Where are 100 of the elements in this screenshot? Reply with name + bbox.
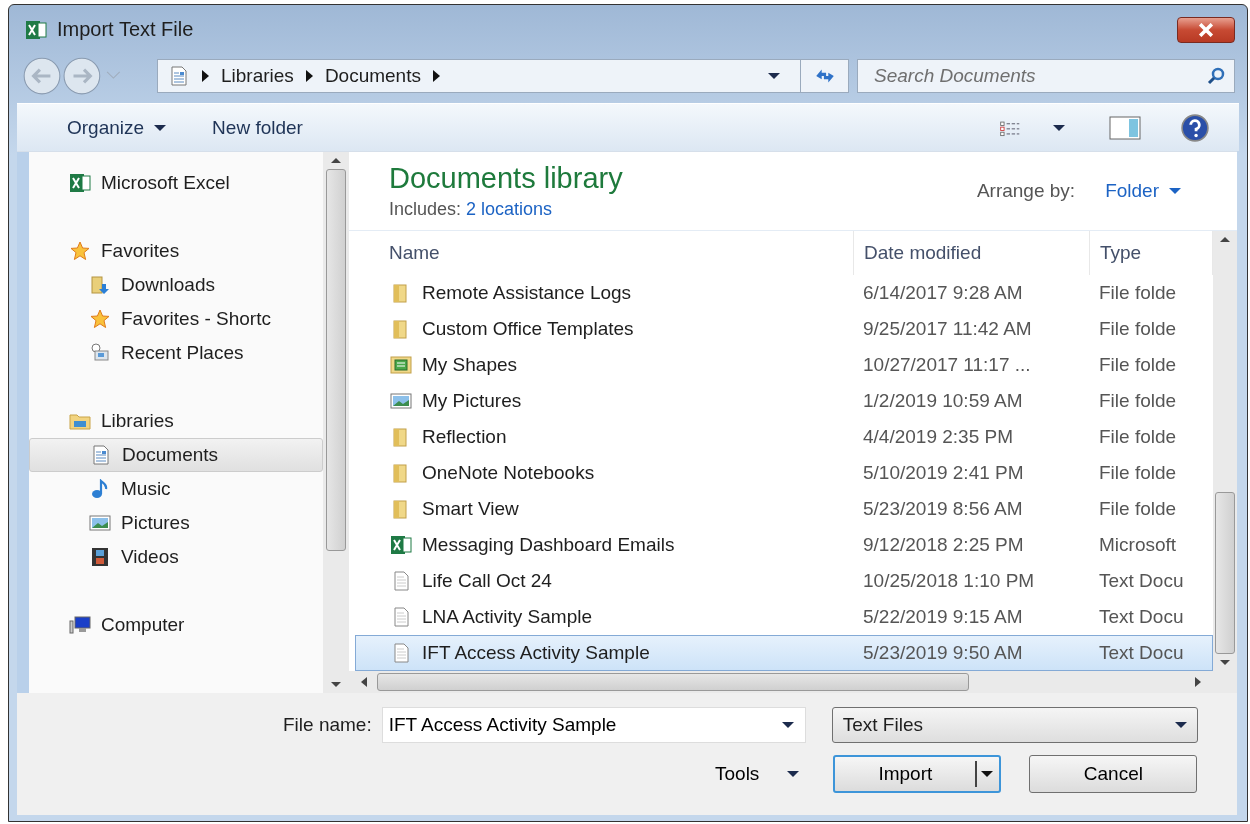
file-name: Remote Assistance Logs [422,282,632,305]
date-modified: 6/14/2017 9:28 AM [863,282,1023,305]
sidebar-item[interactable]: Libraries [29,404,323,439]
library-folder-icon [69,411,91,432]
file-name: IFT Access Activity Sample [422,642,650,665]
star-icon [69,241,91,262]
spreadsheet-icon [69,173,91,194]
window-title: Import Text File [57,18,194,41]
date-modified: 10/27/2017 11:17 ... [863,354,1031,377]
help-icon[interactable] [1181,113,1209,142]
date-modified: 9/25/2017 11:42 AM [863,318,1032,341]
date-modified: 5/22/2019 9:15 AM [863,606,1023,629]
date-modified: 5/10/2019 2:41 PM [863,462,1024,485]
new-folder-button[interactable]: New folder [200,112,315,143]
scrollbar[interactable] [323,152,349,694]
sidebar-item[interactable]: Videos [29,540,323,575]
breadcrumb-item[interactable]: Libraries [221,64,294,87]
address-bar[interactable]: Libraries Documents [157,58,849,93]
date-modified: 5/23/2019 8:56 AM [863,498,1023,521]
scrollbar[interactable] [1213,231,1237,672]
document-icon [90,445,112,466]
file-type: File folde [1099,426,1177,449]
file-row[interactable]: My Pictures 1/2/2019 10:59 AM File folde [355,383,1213,420]
cancel-button[interactable]: Cancel [1029,755,1198,794]
horizontal-scrollbar[interactable] [349,671,1237,694]
picture-icon [390,391,412,412]
includes-label: Includes: [389,199,462,220]
library-title: Documents library [389,162,623,196]
file-name: Smart View [422,498,519,521]
file-row[interactable]: Reflection 4/4/2019 2:35 PM File folde [355,419,1213,456]
close-button[interactable] [1177,16,1235,43]
picture-icon [89,513,111,534]
search-icon[interactable] [1205,65,1227,86]
spreadsheet-app-icon [25,19,47,40]
file-type: File folde [1099,498,1177,521]
file-row[interactable]: IFT Access Activity Sample 5/23/2019 9:50 AM Text Docu [355,635,1213,672]
file-name: Messaging Dashboard Emails [422,534,675,557]
file-row[interactable]: Life Call Oct 24 10/25/2018 1:10 PM Text Docu [355,563,1213,600]
sidebar-item[interactable]: Pictures [29,506,323,541]
arrange-by-dropdown[interactable]: Folder [1099,179,1187,204]
document-icon [168,65,190,86]
file-type: File folde [1099,462,1177,485]
file-row[interactable]: Custom Office Templates 9/25/2017 11:42 AM File folde [355,311,1213,348]
sidebar-item[interactable]: Documents [29,438,323,473]
spreadsheet-icon [390,535,412,556]
file-type: File folde [1099,390,1177,413]
computer-icon [69,615,91,636]
file-name: LNA Activity Sample [422,606,593,629]
sidebar-item[interactable]: Favorites [29,234,323,269]
close-icon [1197,22,1215,37]
dropdown-arrow-icon[interactable] [781,722,794,729]
file-name-field[interactable]: IFT Access Activity Sample [381,707,806,744]
date-modified: 10/25/2018 1:10 PM [863,570,1035,593]
breadcrumb-arrow-icon[interactable] [202,69,209,82]
file-name-label: File name: [283,714,372,737]
file-name: My Pictures [422,390,522,413]
sidebar-item[interactable]: Music [29,472,323,507]
file-name: My Shapes [422,354,518,377]
view-dropdown-icon[interactable] [1053,124,1065,131]
file-name: Reflection [422,426,507,449]
breadcrumb-item[interactable]: Documents [324,64,421,87]
file-name: OneNote Notebooks [422,462,595,485]
file-type: Text Docu [1099,570,1184,593]
file-row[interactable]: Messaging Dashboard Emails 9/12/2018 2:25 PM Microsoft [355,527,1213,564]
column-header[interactable]: Name [349,231,854,276]
tools-menu[interactable]: Tools [711,759,804,790]
sidebar-item[interactable]: Computer [29,608,323,643]
file-type: File folde [1099,354,1177,377]
file-name: Life Call Oct 24 [422,570,552,593]
file-type: Text Docu [1099,642,1184,665]
sidebar-item[interactable]: Favorites - Shortc [29,302,323,337]
organize-menu[interactable]: Organize [55,112,179,143]
date-modified: 1/2/2019 10:59 AM [863,390,1023,413]
file-type: Microsoft [1099,534,1177,557]
file-row[interactable]: Smart View 5/23/2019 8:56 AM File folde [355,491,1213,528]
film-strip-icon [89,547,111,568]
file-row[interactable]: OneNote Notebooks 5/10/2019 2:41 PM File folde [355,455,1213,492]
column-header[interactable]: Date modified [854,231,1090,276]
date-modified: 9/12/2018 2:25 PM [863,534,1024,557]
date-modified: 4/4/2019 2:35 PM [863,426,1013,449]
arrange-by-label: Arrange by: [976,180,1076,203]
file-name: Custom Office Templates [422,318,634,341]
file-type-dropdown[interactable]: Text Files [831,707,1198,744]
file-row[interactable]: My Shapes 10/27/2017 11:17 ... File folde [355,347,1213,384]
breadcrumb-arrow-icon[interactable] [305,69,313,82]
file-row[interactable]: Remote Assistance Logs 6/14/2017 9:28 AM File folde [355,275,1213,312]
breadcrumb-arrow-icon[interactable] [433,69,440,82]
sidebar-item[interactable]: Downloads [29,268,323,303]
sidebar-item[interactable]: Microsoft Excel [29,166,323,201]
locations-link[interactable]: 2 locations [466,199,553,220]
dropdown-arrow-icon[interactable] [768,72,780,79]
file-row[interactable]: LNA Activity Sample 5/22/2019 9:15 AM Text Docu [355,599,1213,636]
folder-download-icon [89,275,111,296]
star-icon [89,309,111,330]
import-button[interactable]: Import [833,755,1002,794]
file-type: Text Docu [1099,606,1184,629]
search-field[interactable]: Search Documents [857,58,1235,93]
sidebar-item[interactable]: Recent Places [29,336,323,371]
shapes-folder-icon [390,355,412,376]
date-modified: 5/23/2019 9:50 AM [863,642,1023,665]
